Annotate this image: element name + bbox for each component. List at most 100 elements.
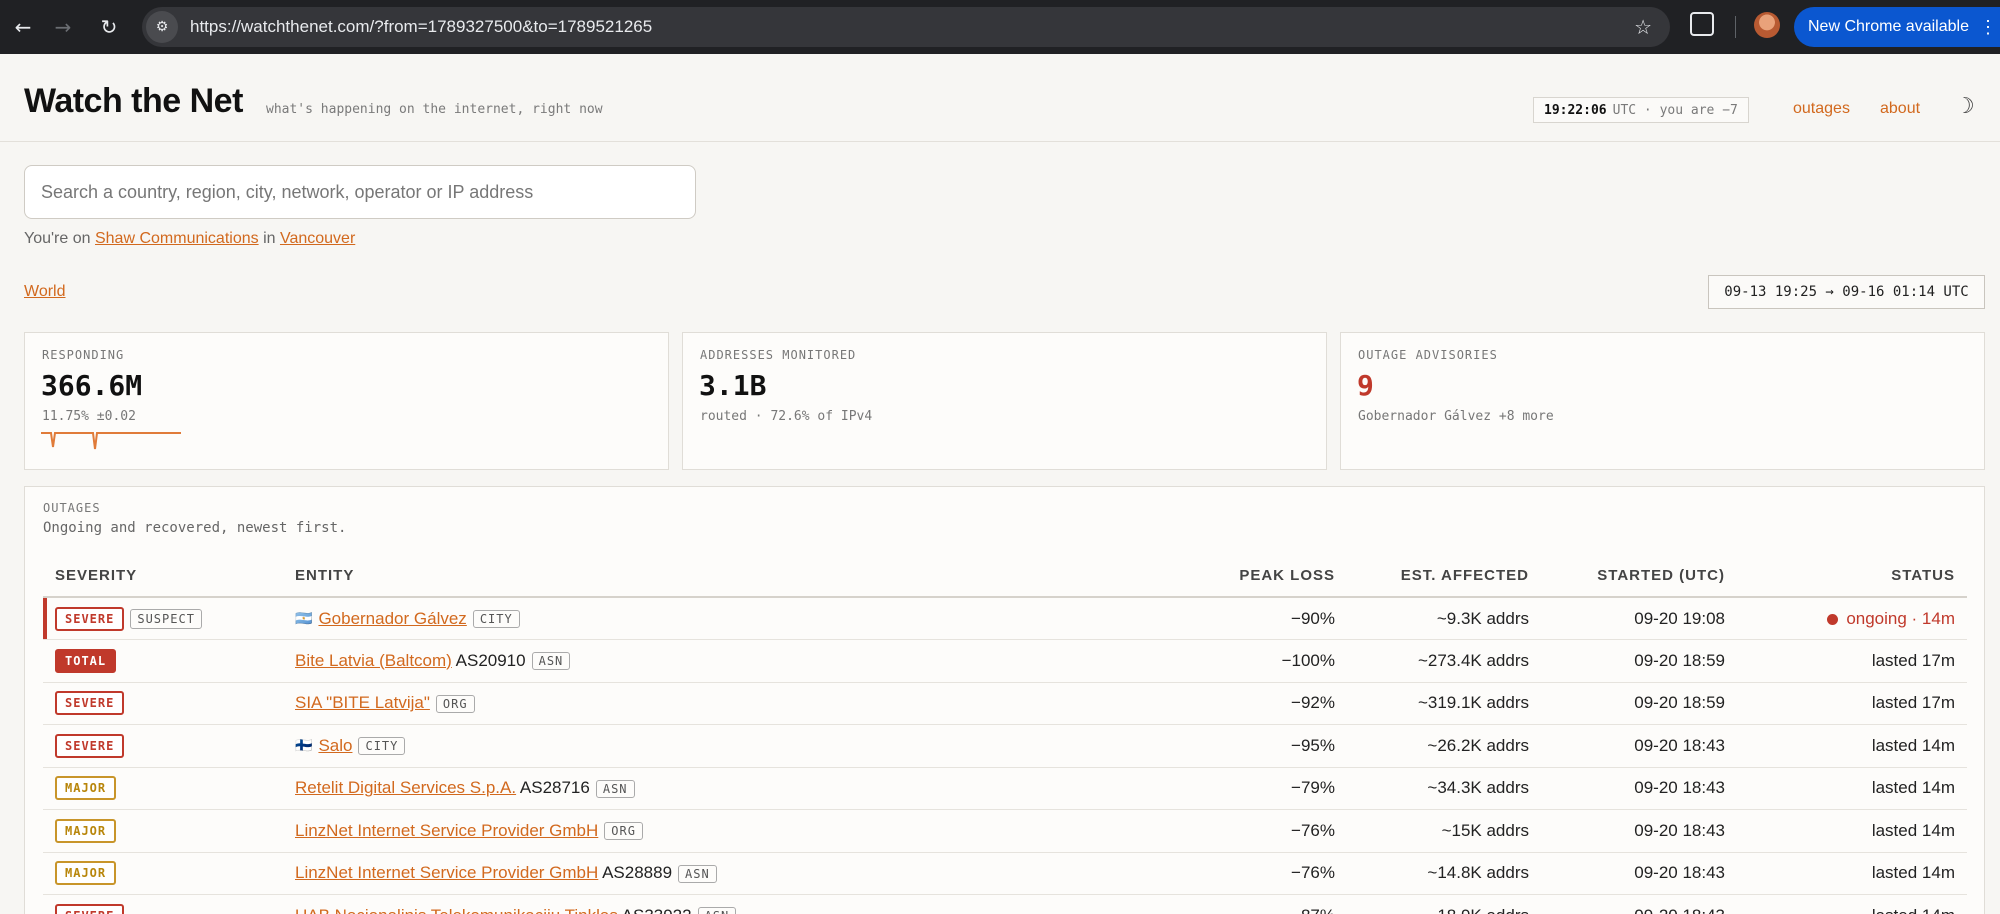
user-isp-link[interactable]: Shaw Communications <box>95 230 259 247</box>
started-cell: 09-20 18:43 <box>1541 809 1737 853</box>
entity-asn: AS28889 <box>602 863 673 883</box>
site-tagline: what's happening on the internet, right … <box>266 102 603 117</box>
entity-type-tag: ASN <box>531 652 571 671</box>
entity-cell: 🇦🇷 Gobernador Gálvez CITY <box>283 597 1187 640</box>
toolbar-divider <box>1735 16 1736 38</box>
site-header: Watch the Net what's happening on the in… <box>0 54 2000 142</box>
entity-cell: SIA "BITE Latvija" ORG <box>283 682 1187 725</box>
back-icon[interactable]: ← <box>8 12 38 42</box>
entity-asn: AS28716 <box>519 778 590 798</box>
profile-avatar[interactable] <box>1754 12 1780 38</box>
dark-mode-toggle-icon[interactable]: ☽ <box>1955 94 1975 119</box>
col-peak-loss[interactable]: PEAK LOSS <box>1187 555 1347 598</box>
est-affected-cell: ~14.8K addrs <box>1347 852 1541 895</box>
entity-link[interactable]: Bite Latvia (Baltcom) <box>295 651 452 670</box>
table-row[interactable]: SEVERE SUSPECT 🇦🇷 Gobernador Gálvez CITY −90%… <box>43 597 1967 640</box>
status-cell: ongoing · 14m <box>1737 597 1967 640</box>
col-status[interactable]: STATUS <box>1737 555 1967 598</box>
status-cell: lasted 14m <box>1737 724 1967 768</box>
entity-link[interactable]: LinzNet Internet Service Provider GmbH <box>295 821 598 840</box>
browser-toolbar: ← → ↻ ⚙ https://watchthenet.com/?from=17… <box>0 0 2000 54</box>
bookmark-star-icon[interactable]: ☆ <box>1634 15 1652 39</box>
site-title[interactable]: Watch the Net <box>24 82 243 121</box>
forward-icon[interactable]: → <box>48 12 78 42</box>
started-cell: 09-20 18:43 <box>1541 852 1737 895</box>
url-text[interactable]: https://watchthenet.com/?from=1789327500… <box>190 17 652 37</box>
started-cell: 09-20 19:08 <box>1541 597 1737 640</box>
entity-type-tag: ASN <box>678 864 717 883</box>
entity-link[interactable]: Salo <box>318 736 352 755</box>
status-cell: lasted 14m <box>1737 852 1967 895</box>
entity-link[interactable]: SIA "BITE Latvija" <box>295 693 430 712</box>
entity-link[interactable]: UAB Nacionalinis Telekomunikaciju Tinkla… <box>295 906 618 914</box>
entity-type-tag: ASN <box>595 779 635 798</box>
card-label: RESPONDING <box>42 348 125 362</box>
table-row[interactable]: MAJOR LinzNet Internet Service Provider G… <box>43 809 1967 853</box>
started-cell: 09-20 18:59 <box>1541 682 1737 725</box>
status-cell: lasted 17m <box>1737 682 1967 725</box>
search-input[interactable] <box>24 165 696 219</box>
table-row[interactable]: MAJOR LinzNet Internet Service Provider G… <box>43 852 1967 895</box>
severity-badge: MAJOR <box>55 861 117 886</box>
entity-cell: Retelit Digital Services S.p.A. AS28716 A… <box>283 767 1187 810</box>
entity-link[interactable]: Gobernador Gálvez <box>318 609 466 628</box>
ongoing-dot-icon <box>1827 613 1839 625</box>
chrome-update-button[interactable]: New Chrome available ⋮ <box>1794 7 2000 47</box>
entity-link[interactable]: Retelit Digital Services S.p.A. <box>295 778 516 797</box>
extensions-icon[interactable] <box>1690 12 1714 36</box>
est-affected-cell: ~319.1K addrs <box>1347 682 1541 725</box>
breadcrumb-world[interactable]: World <box>24 283 66 300</box>
col-est-affected[interactable]: EST. AFFECTED <box>1347 555 1541 598</box>
severity-badge: SEVERE <box>55 606 125 631</box>
card-value: 3.1B <box>699 369 767 402</box>
started-cell: 09-20 18:43 <box>1541 767 1737 810</box>
card-label: OUTAGE ADVISORIES <box>1358 348 1498 362</box>
severity-badge: TOTAL <box>55 648 117 673</box>
started-cell: 09-20 18:43 <box>1541 724 1737 768</box>
table-row[interactable]: TOTAL Bite Latvia (Baltcom) AS20910 ASN −10… <box>43 639 1967 683</box>
entity-type-tag: ASN <box>697 907 737 914</box>
site-settings-icon[interactable]: ⚙ <box>146 11 178 43</box>
nav-about[interactable]: about <box>1880 100 1920 118</box>
country-flag-icon: 🇦🇷 <box>295 611 313 628</box>
entity-cell: LinzNet Internet Service Provider GmbH OR… <box>283 809 1187 853</box>
col-started[interactable]: STARTED (UTC) <box>1541 555 1737 598</box>
peak-loss-cell: −76% <box>1187 809 1347 853</box>
chrome-update-label: New Chrome available <box>1808 18 1969 35</box>
entity-cell: Bite Latvia (Baltcom) AS20910 ASN <box>283 639 1187 683</box>
table-row[interactable]: SEVERE SIA "BITE Latvija" ORG −92% ~319.1K a… <box>43 682 1967 725</box>
est-affected-cell: ~15K addrs <box>1347 809 1541 853</box>
user-location-line: You're on Shaw Communications in Vancouv… <box>24 230 355 248</box>
status-cell: lasted 14m <box>1737 809 1967 853</box>
more-menu-icon[interactable]: ⋮ <box>1979 17 1997 38</box>
table-row[interactable]: SEVERE 🇫🇮 Salo CITY −95% ~26.2K addrs 09-20 18… <box>43 724 1967 768</box>
severity-badge: SEVERE <box>55 903 125 914</box>
severity-badge: SEVERE <box>55 691 125 716</box>
card-sub: 11.75% ±0.02 <box>42 409 136 424</box>
entity-type-tag: CITY <box>472 610 520 629</box>
reload-icon[interactable]: ↻ <box>94 12 124 42</box>
outages-table: SEVERITY ENTITY PEAK LOSS EST. AFFECTED … <box>43 555 1967 914</box>
entity-cell: 🇫🇮 Salo CITY <box>283 724 1187 768</box>
status-cell: lasted 14m <box>1737 767 1967 810</box>
address-bar[interactable]: ⚙ https://watchthenet.com/?from=17893275… <box>142 7 1670 47</box>
time-range-selector[interactable]: 09-13 19:25 → 09-16 01:14 UTC <box>1708 275 1985 309</box>
peak-loss-cell: −87% <box>1187 894 1347 914</box>
peak-loss-cell: −100% <box>1187 639 1347 683</box>
col-entity[interactable]: ENTITY <box>283 555 1187 598</box>
card-value: 9 <box>1357 369 1374 402</box>
entity-type-tag: CITY <box>358 737 406 756</box>
entity-link[interactable]: LinzNet Internet Service Provider GmbH <box>295 863 598 882</box>
outages-panel: OUTAGES Ongoing and recovered, newest fi… <box>24 486 1985 914</box>
user-city-link[interactable]: Vancouver <box>280 230 355 247</box>
table-row[interactable]: MAJOR Retelit Digital Services S.p.A. AS2… <box>43 767 1967 810</box>
status-text: ongoing · 14m <box>1846 608 1955 628</box>
entity-cell: LinzNet Internet Service Provider GmbH A… <box>283 852 1187 895</box>
utc-clock: 19:22:06 UTC · you are −7 <box>1533 97 1749 123</box>
col-severity[interactable]: SEVERITY <box>43 555 283 598</box>
nav-outages[interactable]: outages <box>1793 100 1850 118</box>
severity-cell: TOTAL <box>43 639 283 683</box>
started-cell: 09-20 18:43 <box>1541 894 1737 914</box>
card-outage-advisories: OUTAGE ADVISORIES 9 Gobernador Gálvez +8… <box>1340 332 1985 470</box>
table-row[interactable]: SEVERE UAB Nacionalinis Telekomunikaciju … <box>43 894 1967 914</box>
